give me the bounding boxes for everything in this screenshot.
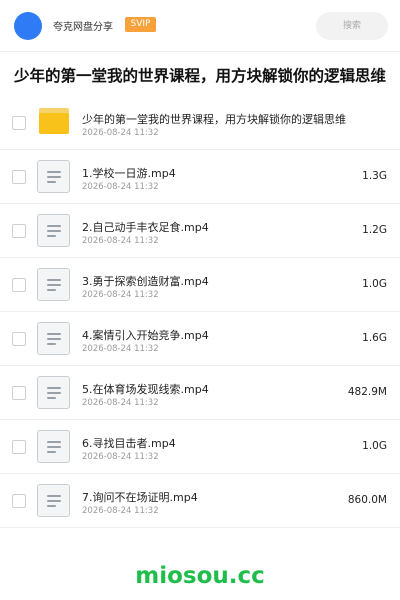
video-file-icon xyxy=(37,376,70,409)
file-name: 2.自己动手丰衣足食.mp4 xyxy=(82,221,209,234)
checkbox[interactable] xyxy=(12,224,26,238)
header: 夸克网盘分享 SVIP 搜索 xyxy=(0,0,400,52)
file-date: 2026-08-24 11:32 xyxy=(82,290,159,300)
file-name: 1.学校一日游.mp4 xyxy=(82,167,176,180)
page-title: 少年的第一堂我的世界课程，用方块解锁你的逻辑思维 xyxy=(14,67,386,85)
file-row[interactable]: 6.寻找目击者.mp4 2026-08-24 11:32 1.0G xyxy=(0,420,400,474)
file-date: 2026-08-24 11:32 xyxy=(82,128,159,138)
checkbox[interactable] xyxy=(12,278,26,292)
title-size: 2G xyxy=(373,69,386,79)
video-file-icon xyxy=(37,484,70,517)
file-date: 2026-08-24 11:32 xyxy=(82,182,159,192)
checkbox[interactable] xyxy=(12,494,26,508)
checkbox[interactable] xyxy=(12,170,26,184)
video-file-icon xyxy=(37,214,70,247)
file-row[interactable]: 1.学校一日游.mp4 2026-08-24 11:32 1.3G xyxy=(0,150,400,204)
file-size: 1.0G xyxy=(362,440,387,452)
file-size: 1.2G xyxy=(362,224,387,236)
video-file-icon xyxy=(37,160,70,193)
video-file-icon xyxy=(37,322,70,355)
file-date: 2026-08-24 11:32 xyxy=(82,344,159,354)
watermark: miosou.cc xyxy=(135,563,265,589)
checkbox[interactable] xyxy=(12,440,26,454)
file-row[interactable]: 7.询问不在场证明.mp4 2026-08-24 11:32 860.0M xyxy=(0,474,400,528)
file-size: 860.0M xyxy=(347,494,387,506)
file-date: 2026-08-24 11:32 xyxy=(82,398,159,408)
file-row[interactable]: 3.勇于探索创造财富.mp4 2026-08-24 11:32 1.0G xyxy=(0,258,400,312)
file-date: 2026-08-24 11:32 xyxy=(82,452,159,462)
file-date: 2026-08-24 11:32 xyxy=(82,506,159,516)
svip-badge: SVIP xyxy=(125,17,156,32)
search-input[interactable]: 搜索 xyxy=(316,12,388,40)
file-list: 少年的第一堂我的世界课程，用方块解锁你的逻辑思维 2026-08-24 11:3… xyxy=(0,96,400,528)
file-size: 1.0G xyxy=(362,278,387,290)
checkbox[interactable] xyxy=(12,386,26,400)
file-name: 少年的第一堂我的世界课程，用方块解锁你的逻辑思维 xyxy=(82,113,346,126)
folder-row[interactable]: 少年的第一堂我的世界课程，用方块解锁你的逻辑思维 2026-08-24 11:3… xyxy=(0,96,400,150)
avatar[interactable] xyxy=(14,12,42,40)
video-file-icon xyxy=(37,268,70,301)
file-size: 1.3G xyxy=(362,170,387,182)
checkbox[interactable] xyxy=(12,116,26,130)
file-row[interactable]: 5.在体育场发现线索.mp4 2026-08-24 11:32 482.9M xyxy=(0,366,400,420)
file-name: 4.案情引入开始竞争.mp4 xyxy=(82,329,209,342)
file-row[interactable]: 2.自己动手丰衣足食.mp4 2026-08-24 11:32 1.2G xyxy=(0,204,400,258)
file-name: 7.询问不在场证明.mp4 xyxy=(82,491,198,504)
file-size: 482.9M xyxy=(347,386,387,398)
file-name: 5.在体育场发现线索.mp4 xyxy=(82,383,209,396)
file-date: 2026-08-24 11:32 xyxy=(82,236,159,246)
username: 夸克网盘分享 xyxy=(53,22,113,33)
file-name: 6.寻找目击者.mp4 xyxy=(82,437,176,450)
file-size: 1.6G xyxy=(362,332,387,344)
file-name: 3.勇于探索创造财富.mp4 xyxy=(82,275,209,288)
folder-icon xyxy=(39,108,69,134)
checkbox[interactable] xyxy=(12,332,26,346)
file-row[interactable]: 4.案情引入开始竞争.mp4 2026-08-24 11:32 1.6G xyxy=(0,312,400,366)
video-file-icon xyxy=(37,430,70,463)
